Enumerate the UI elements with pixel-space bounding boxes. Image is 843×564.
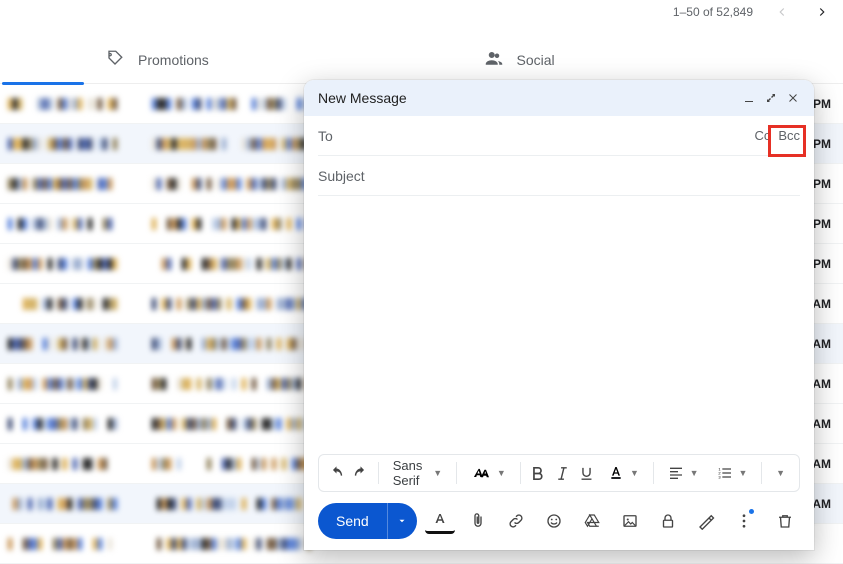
email-time: AM bbox=[812, 457, 835, 471]
text-color-button[interactable]: ▼ bbox=[602, 465, 645, 481]
minimize-icon[interactable] bbox=[738, 87, 760, 109]
subject-input[interactable] bbox=[318, 168, 800, 184]
confidential-icon[interactable] bbox=[653, 506, 683, 536]
font-size-select[interactable]: ▼ bbox=[465, 463, 512, 483]
chevron-down-icon: ▼ bbox=[690, 468, 699, 478]
svg-text:3: 3 bbox=[718, 474, 721, 479]
email-time: PM bbox=[813, 217, 835, 231]
drive-icon[interactable] bbox=[577, 506, 607, 536]
to-input[interactable] bbox=[343, 128, 755, 144]
people-icon bbox=[485, 49, 503, 70]
tab-promotions[interactable]: Promotions bbox=[86, 36, 465, 83]
chevron-down-icon: ▼ bbox=[630, 468, 639, 478]
image-icon[interactable] bbox=[615, 506, 645, 536]
tab-label: Promotions bbox=[138, 52, 209, 68]
chevron-down-icon: ▼ bbox=[497, 468, 506, 478]
more-format-button[interactable]: ▼ bbox=[770, 468, 791, 478]
chevron-down-icon: ▼ bbox=[776, 468, 785, 478]
compose-title: New Message bbox=[318, 90, 738, 106]
align-button[interactable]: ▼ bbox=[662, 465, 705, 481]
email-time: PM bbox=[813, 257, 835, 271]
redo-button[interactable] bbox=[352, 459, 371, 487]
category-tabs: Promotions Social bbox=[0, 36, 843, 84]
pager-prev[interactable] bbox=[771, 1, 793, 23]
undo-button[interactable] bbox=[327, 459, 346, 487]
bcc-highlight-annotation bbox=[768, 125, 806, 157]
signature-icon[interactable] bbox=[691, 506, 721, 536]
email-time: AM bbox=[812, 297, 835, 311]
pager-range: 1–50 of 52,849 bbox=[673, 5, 753, 19]
format-toolbar: Sans Serif▼ ▼ ▼ ▼ 123 ▼ ▼ bbox=[318, 454, 800, 492]
chevron-down-icon: ▼ bbox=[433, 468, 442, 478]
discard-icon[interactable] bbox=[770, 506, 800, 536]
list-button[interactable]: 123 ▼ bbox=[711, 465, 754, 481]
link-icon[interactable] bbox=[501, 506, 531, 536]
compose-body[interactable] bbox=[304, 196, 814, 454]
tab-label: Social bbox=[517, 52, 555, 68]
emoji-icon[interactable] bbox=[539, 506, 569, 536]
chevron-down-icon: ▼ bbox=[739, 468, 748, 478]
email-time: PM bbox=[813, 97, 835, 111]
notification-dot bbox=[749, 509, 754, 514]
email-time: AM bbox=[812, 377, 835, 391]
email-time: PM bbox=[813, 177, 835, 191]
email-time: AM bbox=[812, 497, 835, 511]
close-icon[interactable] bbox=[782, 87, 804, 109]
compose-window: New Message To Cc Bcc Sans Serif▼ ▼ bbox=[304, 80, 814, 550]
send-button[interactable]: Send bbox=[318, 503, 417, 539]
email-time: AM bbox=[812, 417, 835, 431]
tab-primary-indicator[interactable] bbox=[0, 36, 86, 84]
to-field-row[interactable]: To Cc Bcc bbox=[318, 116, 800, 156]
fullscreen-icon[interactable] bbox=[760, 87, 782, 109]
tag-icon bbox=[106, 49, 124, 70]
email-time: PM bbox=[813, 137, 835, 151]
more-icon[interactable] bbox=[729, 506, 759, 536]
subject-field-row[interactable] bbox=[318, 156, 800, 196]
send-toolbar: Send bbox=[304, 502, 814, 550]
send-options-dropdown[interactable] bbox=[387, 503, 417, 539]
pager-next[interactable] bbox=[811, 1, 833, 23]
underline-button[interactable] bbox=[577, 459, 596, 487]
tab-social[interactable]: Social bbox=[465, 36, 843, 83]
attach-icon[interactable] bbox=[463, 506, 493, 536]
compose-header[interactable]: New Message bbox=[304, 80, 814, 116]
to-label: To bbox=[318, 128, 333, 144]
text-format-toggle[interactable] bbox=[425, 508, 455, 534]
font-select[interactable]: Sans Serif▼ bbox=[387, 458, 449, 488]
email-time: AM bbox=[812, 337, 835, 351]
italic-button[interactable] bbox=[553, 459, 572, 487]
bold-button[interactable] bbox=[528, 459, 547, 487]
